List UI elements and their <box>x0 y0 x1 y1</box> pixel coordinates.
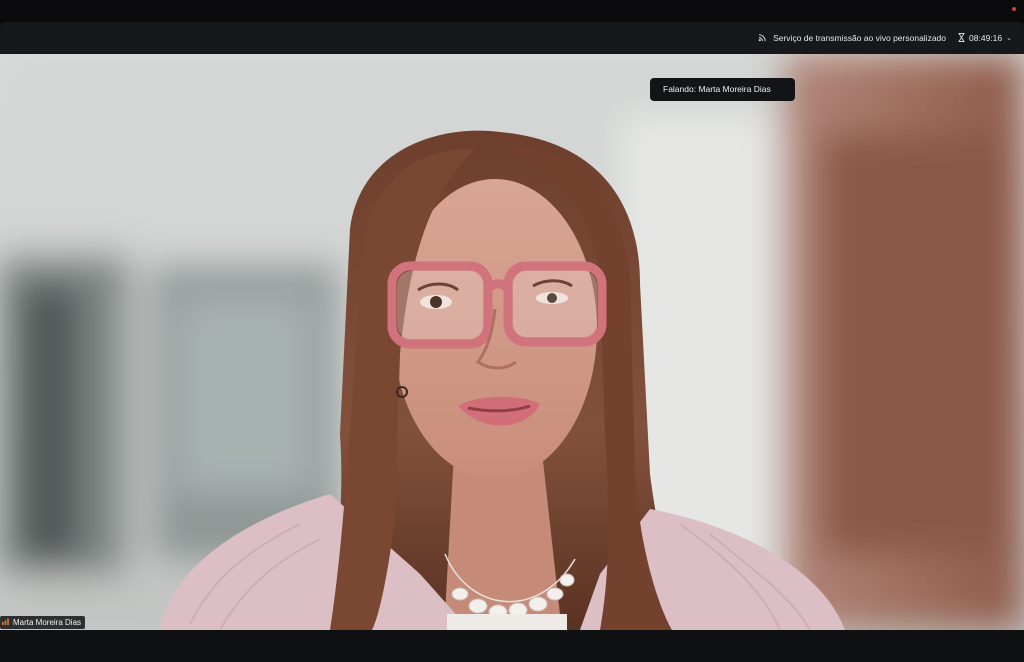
bottom-bar <box>0 630 1024 662</box>
participant-video[interactable] <box>0 54 1024 630</box>
broadcast-icon <box>758 33 767 44</box>
participant-name-tag: Marta Moreira Dias <box>0 616 86 629</box>
stream-label: Serviço de transmissão ao vivo personali… <box>773 33 946 43</box>
active-speaker-badge: Falando: Marta Moreira Dias <box>650 78 795 101</box>
hourglass-icon <box>958 32 965 44</box>
window-top-strip <box>0 0 1024 22</box>
meeting-timer[interactable]: 08:49:16 ⌄ <box>958 30 1012 46</box>
signal-bars-icon <box>2 618 10 627</box>
video-frame-illustration <box>0 54 1024 630</box>
participant-name: Marta Moreira Dias <box>13 618 82 627</box>
recording-dot <box>1012 7 1016 11</box>
live-stream-button[interactable]: Serviço de transmissão ao vivo personali… <box>758 30 946 46</box>
timer-value: 08:49:16 <box>969 33 1003 43</box>
chevron-down-icon[interactable]: ⌄ <box>1006 34 1012 42</box>
